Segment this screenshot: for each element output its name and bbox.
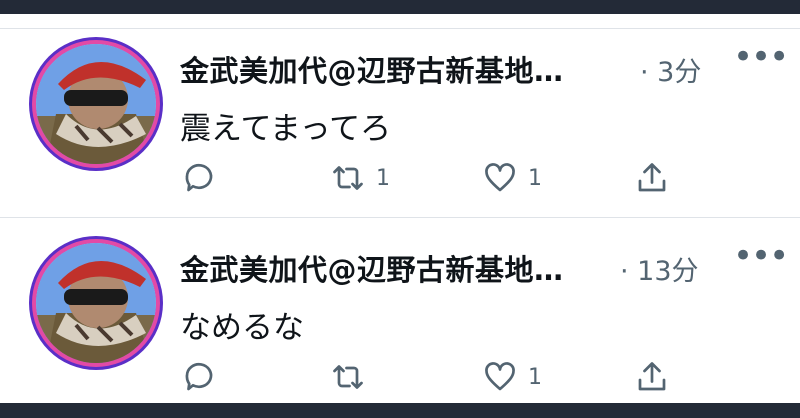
share-icon xyxy=(638,362,666,391)
like-count: 1 xyxy=(528,364,542,390)
like-icon xyxy=(485,362,515,391)
tweet-text: なめるな xyxy=(180,310,304,346)
like-button[interactable]: 1 xyxy=(482,359,542,395)
share-icon xyxy=(638,163,666,192)
timestamp[interactable]: · 13分 xyxy=(620,249,699,288)
reply-icon xyxy=(185,362,213,391)
tweet-1[interactable]: 金武美加代@辺野古新基地… · 3分 ••• 震えてまってろ 1 1 xyxy=(0,0,800,192)
like-icon xyxy=(485,163,515,192)
share-button[interactable] xyxy=(634,359,670,395)
tweet-2[interactable]: 金武美加代@辺野古新基地… · 13分 ••• なめるな 1 xyxy=(0,199,800,391)
retweet-button[interactable]: 1 xyxy=(330,160,390,196)
more-icon[interactable]: ••• xyxy=(733,40,789,74)
reply-icon xyxy=(185,163,213,192)
author-name[interactable]: 金武美加代@辺野古新基地… xyxy=(180,48,564,90)
like-count: 1 xyxy=(528,165,542,191)
more-icon[interactable]: ••• xyxy=(733,239,789,273)
retweet-icon xyxy=(333,166,363,190)
reply-button[interactable] xyxy=(181,359,227,395)
tweet-text: 震えてまってろ xyxy=(180,111,392,147)
share-button[interactable] xyxy=(634,160,670,196)
author-name[interactable]: 金武美加代@辺野古新基地… xyxy=(180,247,564,289)
avatar[interactable] xyxy=(36,243,156,363)
retweet-count: 1 xyxy=(376,165,390,191)
like-button[interactable]: 1 xyxy=(482,160,542,196)
retweet-icon xyxy=(333,365,363,389)
retweet-button[interactable] xyxy=(330,359,376,395)
bottom-frame-bar xyxy=(0,403,800,418)
reply-button[interactable] xyxy=(181,160,227,196)
avatar[interactable] xyxy=(36,44,156,164)
timestamp[interactable]: · 3分 xyxy=(640,50,701,89)
